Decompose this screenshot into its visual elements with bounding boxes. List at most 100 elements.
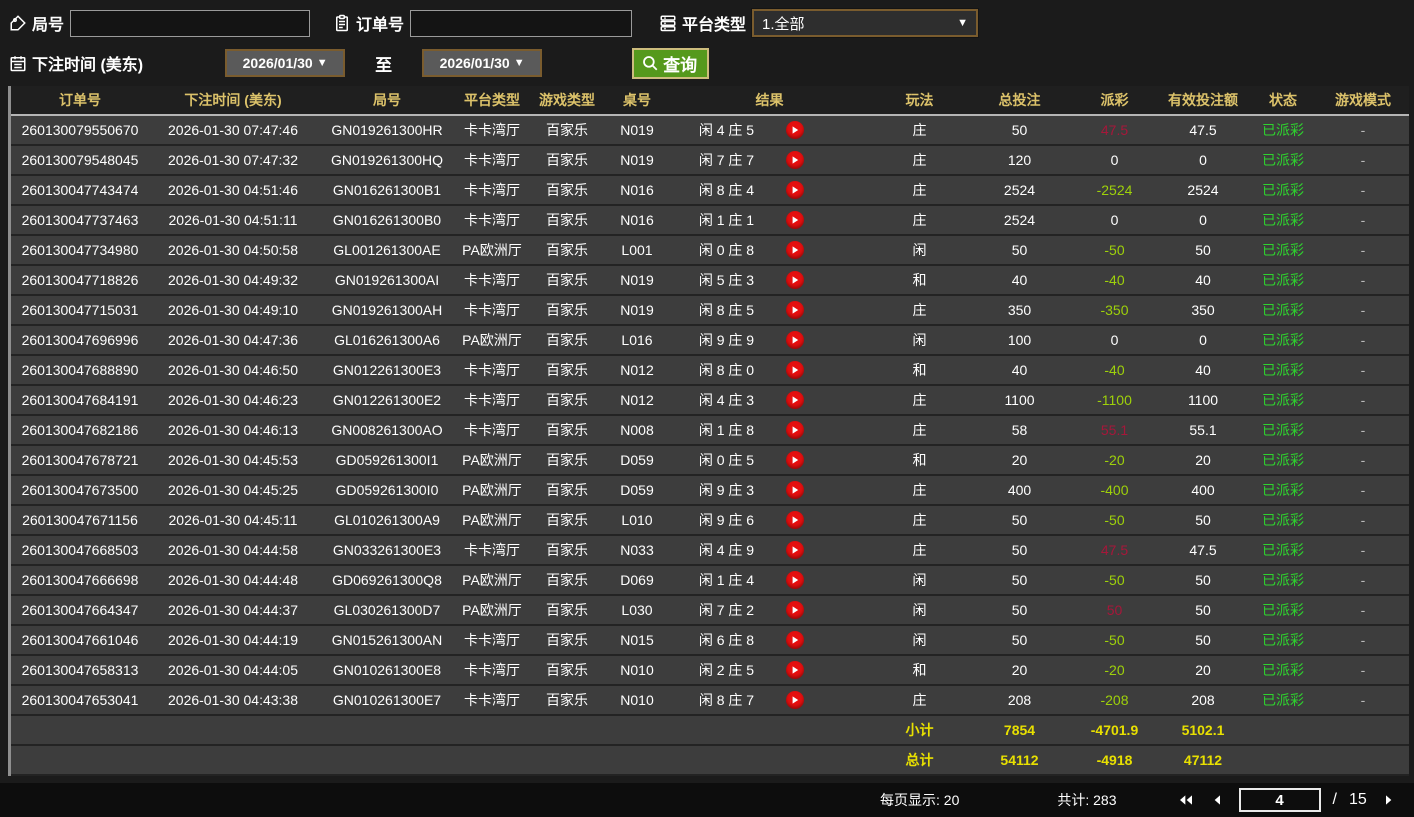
play-video-button[interactable] [785, 421, 804, 439]
bet-type-cell: 闲 [872, 625, 967, 656]
game-type-cell: 百家乐 [527, 115, 607, 146]
previous-page-button[interactable] [1207, 791, 1229, 809]
round-number-input[interactable] [70, 9, 311, 37]
play-video-button[interactable] [785, 481, 804, 499]
pagination: / 15 [1175, 788, 1414, 812]
play-video-button[interactable] [785, 361, 804, 379]
bet-time-cell: 2026-01-30 04:49:32 [149, 265, 317, 296]
payout-cell: -50 [1072, 505, 1157, 536]
status-cell: 已派彩 [1249, 235, 1317, 266]
query-button[interactable]: 查询 [632, 47, 710, 79]
total-bet-cell: 50 [967, 565, 1072, 596]
play-video-button[interactable] [785, 331, 804, 349]
total-bet-cell: 58 [967, 415, 1072, 446]
table-row: 260130047653041 2026-01-30 04:43:38 GN0102… [11, 685, 1409, 716]
bet-type-cell: 庄 [872, 475, 967, 506]
total-bet-cell: 100 [967, 325, 1072, 356]
total-pages-value: 15 [1348, 791, 1367, 808]
status-cell: 已派彩 [1249, 205, 1317, 236]
table-header: 订单号 下注时间 (美东) 局号 平台类型 游戏类型 桌号 结果 玩法 总投注 派彩 有效投注额 状态… [11, 86, 1409, 116]
round-cell: GN019261300AI [317, 265, 457, 296]
total-count-value: 283 [1093, 792, 1117, 808]
result-cell: 闲 5 庄 3 [667, 265, 872, 296]
payout-cell: 47.5 [1072, 535, 1157, 566]
play-video-button[interactable] [785, 181, 804, 199]
play-video-button[interactable] [785, 571, 804, 589]
play-video-button[interactable] [785, 511, 804, 529]
play-video-button[interactable] [785, 151, 804, 169]
result-cell: 闲 9 庄 9 [667, 325, 872, 356]
status-cell: 已派彩 [1249, 595, 1317, 626]
play-video-button[interactable] [785, 211, 804, 229]
bet-type-cell: 庄 [872, 505, 967, 536]
game-mode-cell: - [1317, 595, 1409, 626]
table-number-cell: L010 [607, 505, 667, 536]
date-to-picker[interactable]: 2026/01/30 ▼ [422, 49, 543, 77]
play-video-button[interactable] [785, 271, 804, 289]
platform-type-select[interactable]: 1.全部 ▼ [751, 8, 980, 38]
valid-bet-cell: 208 [1157, 685, 1249, 716]
total-bet-cell: 50 [967, 235, 1072, 266]
page-size-text: 每页显示: 20 [880, 790, 959, 810]
payout-cell: -2524 [1072, 175, 1157, 206]
result-text: 闲 9 庄 6 [698, 512, 755, 528]
payout-cell: -20 [1072, 445, 1157, 476]
order-cell: 260130047668503 [11, 535, 149, 566]
game-type-cell: 百家乐 [527, 385, 607, 416]
last-page-button[interactable] [1409, 791, 1414, 809]
play-video-button[interactable] [785, 391, 804, 409]
play-video-button[interactable] [785, 451, 804, 469]
game-type-cell: 百家乐 [527, 445, 607, 476]
status-cell: 已派彩 [1249, 685, 1317, 716]
table-number-cell: L001 [607, 235, 667, 266]
game-mode-cell: - [1317, 415, 1409, 446]
bet-time-cell: 2026-01-30 04:44:58 [149, 535, 317, 566]
table-row: 260130047734980 2026-01-30 04:50:58 GL0012… [11, 235, 1409, 266]
first-page-button[interactable] [1175, 791, 1197, 809]
total-count-label: 共计: [1057, 792, 1090, 808]
round-cell: GN016261300B1 [317, 175, 457, 206]
platform-cell: PA欧洲厅 [457, 325, 527, 356]
chevron-down-icon: ▼ [957, 17, 969, 29]
play-video-button[interactable] [785, 241, 804, 259]
order-number-input[interactable] [410, 9, 633, 37]
filter-row-1: 局号 订单号 平台类型 1.全部 ▼ [8, 6, 1406, 40]
play-video-button[interactable] [785, 691, 804, 709]
total-bet-cell: 40 [967, 355, 1072, 386]
bet-time-cell: 2026-01-30 04:45:11 [149, 505, 317, 536]
bet-time-cell: 2026-01-30 04:44:05 [149, 655, 317, 686]
result-cell: 闲 8 庄 5 [667, 295, 872, 326]
tag-icon [8, 13, 28, 33]
valid-bet-cell: 55.1 [1157, 415, 1249, 446]
totals-total-bet-cell: 7854 [967, 715, 1072, 746]
game-type-cell: 百家乐 [527, 175, 607, 206]
result-text: 闲 9 庄 3 [698, 482, 755, 498]
table-number-cell: N033 [607, 535, 667, 566]
play-video-button[interactable] [785, 601, 804, 619]
status-cell: 已派彩 [1249, 415, 1317, 446]
total-bet-cell: 2524 [967, 175, 1072, 206]
bet-time-cell: 2026-01-30 04:49:10 [149, 295, 317, 326]
table-number-cell: L016 [607, 325, 667, 356]
date-from-picker[interactable]: 2026/01/30 ▼ [225, 49, 346, 77]
platform-cell: PA欧洲厅 [457, 565, 527, 596]
play-video-button[interactable] [785, 121, 804, 139]
bet-type-cell: 闲 [872, 595, 967, 626]
play-video-button[interactable] [785, 301, 804, 319]
result-cell: 闲 1 庄 4 [667, 565, 872, 596]
result-cell: 闲 8 庄 7 [667, 685, 872, 716]
bet-type-cell: 庄 [872, 175, 967, 206]
page-number-input[interactable] [1238, 788, 1321, 812]
play-video-button[interactable] [785, 661, 804, 679]
status-cell: 已派彩 [1249, 445, 1317, 476]
table-row: 260130047737463 2026-01-30 04:51:11 GN0162… [11, 205, 1409, 236]
order-cell: 260130047673500 [11, 475, 149, 506]
next-page-button[interactable] [1377, 791, 1399, 809]
valid-bet-cell: 47.5 [1157, 115, 1249, 146]
round-cell: GN016261300B0 [317, 205, 457, 236]
platform-type-label: 平台类型 [682, 17, 747, 34]
column-header: 派彩 [1072, 86, 1157, 116]
play-video-button[interactable] [785, 631, 804, 649]
result-cell: 闲 4 庄 9 [667, 535, 872, 566]
play-video-button[interactable] [785, 541, 804, 559]
